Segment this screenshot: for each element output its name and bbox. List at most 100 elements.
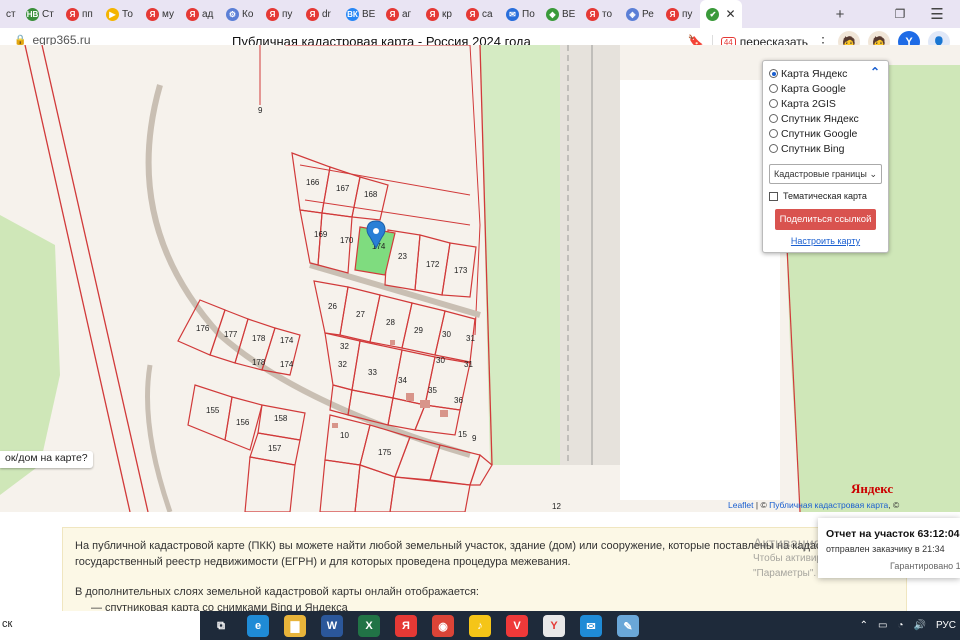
volume-icon[interactable]: 🔊	[914, 620, 926, 631]
parcel-number-label[interactable]: 9	[472, 434, 477, 443]
yandex-icon[interactable]: Я	[395, 615, 417, 637]
parcel-number-label[interactable]: 158	[274, 414, 288, 423]
parcel-number-label[interactable]: 174	[280, 336, 294, 345]
overlay-select[interactable]: Кадастровые границы ⌄	[769, 164, 882, 184]
vivaldi-icon[interactable]: V	[506, 615, 528, 637]
parcel-number-label[interactable]: 31	[466, 334, 475, 343]
taskbar-search-field[interactable]: ск	[0, 611, 200, 640]
parcel-number-label[interactable]: 167	[336, 184, 350, 193]
battery-icon[interactable]: ▭	[878, 620, 887, 631]
browser-tab[interactable]: Якр	[420, 0, 460, 28]
parcel-number-label[interactable]: 30	[436, 356, 445, 365]
parcel-number-label[interactable]: 34	[398, 376, 407, 385]
collapse-chevron-icon[interactable]: ⌃	[870, 65, 880, 79]
mail-icon[interactable]: ✉	[580, 615, 602, 637]
layer-option[interactable]: Спутник Bing	[769, 141, 882, 156]
browser-tab[interactable]: ⚙ Ко	[220, 0, 260, 28]
parcel-number-label[interactable]: 173	[454, 266, 468, 275]
tab-list-icon[interactable]: ❐	[888, 3, 912, 25]
browser-tab[interactable]: ◆ ВЕ	[540, 0, 580, 28]
parcel-number-label[interactable]: 29	[414, 326, 423, 335]
parcel-number-label[interactable]: 156	[236, 418, 250, 427]
parcel-number-label[interactable]: 155	[206, 406, 220, 415]
leaflet-link[interactable]: Leaflet	[728, 500, 754, 510]
layer-option[interactable]: Карта Google	[769, 81, 882, 96]
browser-tab[interactable]: Яаг	[380, 0, 420, 28]
chrome-icon[interactable]: ◉	[432, 615, 454, 637]
edge-icon[interactable]: e	[247, 615, 269, 637]
parcel-number-label[interactable]: 175	[378, 448, 392, 457]
parcel-number-label[interactable]: 10	[340, 431, 349, 440]
parcel-number-label[interactable]: 172	[426, 260, 440, 269]
parcel-number-label[interactable]: 28	[386, 318, 395, 327]
parcel-number-label[interactable]: 168	[364, 190, 378, 199]
browser-tab[interactable]: ✉ По	[500, 0, 540, 28]
browser-tab[interactable]: ▶ То	[100, 0, 140, 28]
wifi-icon[interactable]: ◔	[897, 620, 903, 631]
active-tab[interactable]: ✔ ✕	[700, 0, 742, 28]
yandex-music-icon[interactable]: ♪	[469, 615, 491, 637]
parcel-number-label[interactable]: 32	[340, 342, 349, 351]
layer-option[interactable]: Спутник Яндекс	[769, 111, 882, 126]
layer-option[interactable]: Карта 2GIS	[769, 96, 882, 111]
parcel-number-label[interactable]: 27	[356, 310, 365, 319]
share-link-button[interactable]: Поделиться ссылкой	[775, 209, 876, 230]
explorer-icon[interactable]: ▇	[284, 615, 306, 637]
thematic-map-checkbox[interactable]: Тематическая карта	[769, 191, 882, 201]
radio-icon[interactable]	[769, 144, 778, 153]
parcel-number-label[interactable]: 176	[196, 324, 210, 333]
layer-option[interactable]: Спутник Google	[769, 126, 882, 141]
close-tab-icon[interactable]: ✕	[725, 7, 735, 21]
radio-icon[interactable]	[769, 84, 778, 93]
menu-icon[interactable]: ☰	[925, 3, 949, 25]
browser-tab[interactable]: ВК ВЕ	[340, 0, 380, 28]
browser-tab[interactable]: Яса	[460, 0, 500, 28]
pkk-link[interactable]: Публичная кадастровая карта	[769, 500, 888, 510]
radio-icon[interactable]	[769, 69, 778, 78]
chevron-up-icon[interactable]: ⌃	[860, 620, 868, 631]
browser-tab[interactable]: Япу	[660, 0, 700, 28]
parcel-number-label[interactable]: 169	[314, 230, 328, 239]
browser-tab[interactable]: Япу	[260, 0, 300, 28]
new-tab-button[interactable]: +	[828, 3, 852, 25]
checkbox-icon[interactable]	[769, 191, 778, 201]
layer-option[interactable]: Карта Яндекс	[769, 66, 882, 81]
yandex-browser-icon[interactable]: Y	[543, 615, 565, 637]
task-view-icon[interactable]: ⧉	[210, 615, 232, 637]
parcel-number-label[interactable]: 166	[306, 178, 320, 187]
parcel-number-label[interactable]: 12	[552, 502, 561, 511]
parcel-number-label[interactable]: 26	[328, 302, 337, 311]
parcel-number-label[interactable]: 178	[252, 334, 266, 343]
radio-icon[interactable]	[769, 114, 778, 123]
parcel-number-label[interactable]: 174	[280, 360, 294, 369]
parcel-number-label[interactable]: 178	[252, 358, 266, 367]
search-my-parcel-hint[interactable]: ок/дом на карте?	[0, 451, 93, 468]
browser-tab[interactable]: ◈ Ре	[620, 0, 660, 28]
parcel-number-label[interactable]: 32	[338, 360, 347, 369]
parcel-number-label[interactable]: 35	[428, 386, 437, 395]
parcel-number-label[interactable]: 33	[368, 368, 377, 377]
browser-tab[interactable]: Яму	[140, 0, 180, 28]
language-indicator[interactable]: РУС	[936, 620, 956, 631]
browser-tab[interactable]: ст	[0, 0, 20, 28]
parcel-number-label[interactable]: 177	[224, 330, 238, 339]
parcel-number-label[interactable]: 23	[398, 252, 407, 261]
parcel-number-label[interactable]: 157	[268, 444, 282, 453]
browser-tab[interactable]: НВ Ст	[20, 0, 60, 28]
browser-tab[interactable]: Япп	[60, 0, 100, 28]
configure-map-link[interactable]: Настроить карту	[769, 236, 882, 246]
browser-tab[interactable]: Яdr	[300, 0, 340, 28]
parcel-number-label[interactable]: 36	[454, 396, 463, 405]
browser-tab[interactable]: Ято	[580, 0, 620, 28]
radio-icon[interactable]	[769, 99, 778, 108]
parcel-number-label[interactable]: 31	[464, 360, 473, 369]
browser-tab[interactable]: Яад	[180, 0, 220, 28]
radio-icon[interactable]	[769, 129, 778, 138]
paint-icon[interactable]: ✎	[617, 615, 639, 637]
parcel-number-label[interactable]: 15	[458, 430, 467, 439]
parcel-number-label[interactable]: 9	[258, 106, 263, 115]
word-icon[interactable]: W	[321, 615, 343, 637]
parcel-number-label[interactable]: 30	[442, 330, 451, 339]
parcel-number-label[interactable]: 170	[340, 236, 354, 245]
excel-icon[interactable]: X	[358, 615, 380, 637]
